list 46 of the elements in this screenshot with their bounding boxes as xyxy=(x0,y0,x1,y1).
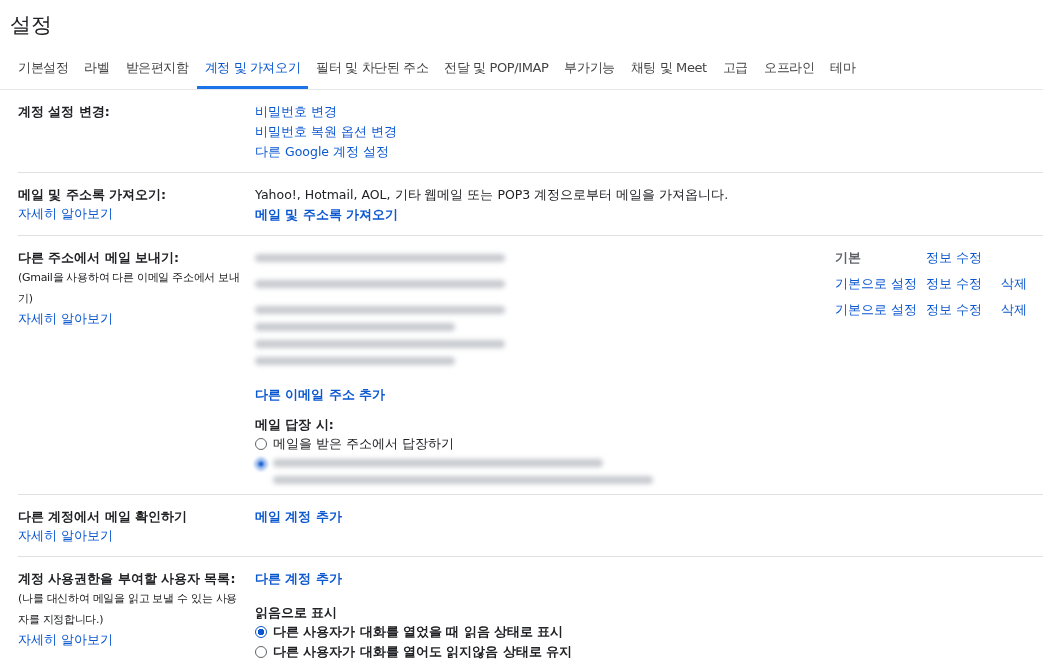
edit-info-link[interactable]: 정보 수정 xyxy=(926,274,1001,294)
settings-tab[interactable]: 기본설정 xyxy=(10,49,77,89)
edit-info-link[interactable]: 정보 수정 xyxy=(926,248,1001,268)
settings-tab[interactable]: 고급 xyxy=(714,49,757,89)
settings-link[interactable]: 비밀번호 복원 옵션 변경 xyxy=(255,122,1043,142)
radio-label: 메일을 받은 주소에서 답장하기 xyxy=(273,435,454,453)
section-label: 다른 계정에서 메일 확인하기 xyxy=(18,508,189,526)
settings-tab[interactable]: 계정 및 가져오기 xyxy=(196,49,309,89)
section-label: 계정 사용권한을 부여할 사용자 목록: xyxy=(18,570,237,588)
settings-tab[interactable]: 전달 및 POP/IMAP xyxy=(436,49,557,89)
radio-button[interactable] xyxy=(255,626,267,638)
section-note: (Gmail을 사용하여 다른 이메일 주소에서 보내기) xyxy=(18,270,241,307)
radio-label: 다른 사용자가 대화를 열었을 때 읽음 상태로 표시 xyxy=(273,623,564,641)
add-account-link[interactable]: 다른 계정 추가 xyxy=(255,569,1043,589)
learn-more-link[interactable]: 자세히 알아보기 xyxy=(18,526,255,546)
make-default-link[interactable]: 기본으로 설정 xyxy=(835,300,926,320)
add-email-link[interactable]: 다른 이메일 주소 추가 xyxy=(255,385,1043,405)
delete-link[interactable]: 삭제 xyxy=(1001,300,1027,320)
import-description: Yahoo!, Hotmail, AOL, 기타 웹메일 또는 POP3 계정으로부터 메일을 가져옵니다. xyxy=(255,186,730,204)
settings-tab[interactable]: 라벨 xyxy=(76,49,118,89)
learn-more-link[interactable]: 자세히 알아보기 xyxy=(18,309,255,329)
reply-heading: 메일 답장 시: xyxy=(255,416,335,434)
section-label: 메일 및 주소록 가져오기: xyxy=(18,186,168,204)
settings-tab[interactable]: 테마 xyxy=(822,49,864,89)
settings-link[interactable]: 비밀번호 변경 xyxy=(255,102,1043,122)
delete-link[interactable]: 삭제 xyxy=(1001,274,1027,294)
settings-tab[interactable]: 오프라인 xyxy=(756,49,823,89)
learn-more-link[interactable]: 자세히 알아보기 xyxy=(18,630,255,650)
settings-tab[interactable]: 받은편지함 xyxy=(117,49,197,89)
edit-info-link[interactable]: 정보 수정 xyxy=(926,300,1001,320)
radio-label: 다른 사용자가 대화를 열어도 읽지않음 상태로 유지 xyxy=(273,643,573,661)
mark-read-heading: 읽음으로 표시 xyxy=(255,604,339,622)
section-label: 다른 주소에서 메일 보내기: xyxy=(18,249,181,267)
radio-button[interactable] xyxy=(255,458,267,470)
settings-tab[interactable]: 채팅 및 Meet xyxy=(622,49,715,89)
add-mail-account-link[interactable]: 메일 계정 추가 xyxy=(255,507,1043,527)
settings-tab[interactable]: 필터 및 차단된 주소 xyxy=(308,49,437,89)
learn-more-link[interactable]: 자세히 알아보기 xyxy=(18,204,255,224)
page-title: 설정 xyxy=(9,12,53,39)
section-note: (나를 대신하여 메일을 읽고 보낼 수 있는 사용자를 지정합니다.) xyxy=(18,591,238,628)
settings-tab[interactable]: 부가기능 xyxy=(556,49,623,89)
section-label: 계정 설정 변경: xyxy=(18,103,111,121)
default-label: 기본 xyxy=(835,249,862,267)
settings-link[interactable]: 다른 Google 계정 설정 xyxy=(255,142,1043,162)
make-default-link[interactable]: 기본으로 설정 xyxy=(835,274,926,294)
import-link[interactable]: 메일 및 주소록 가져오기 xyxy=(255,205,1043,225)
